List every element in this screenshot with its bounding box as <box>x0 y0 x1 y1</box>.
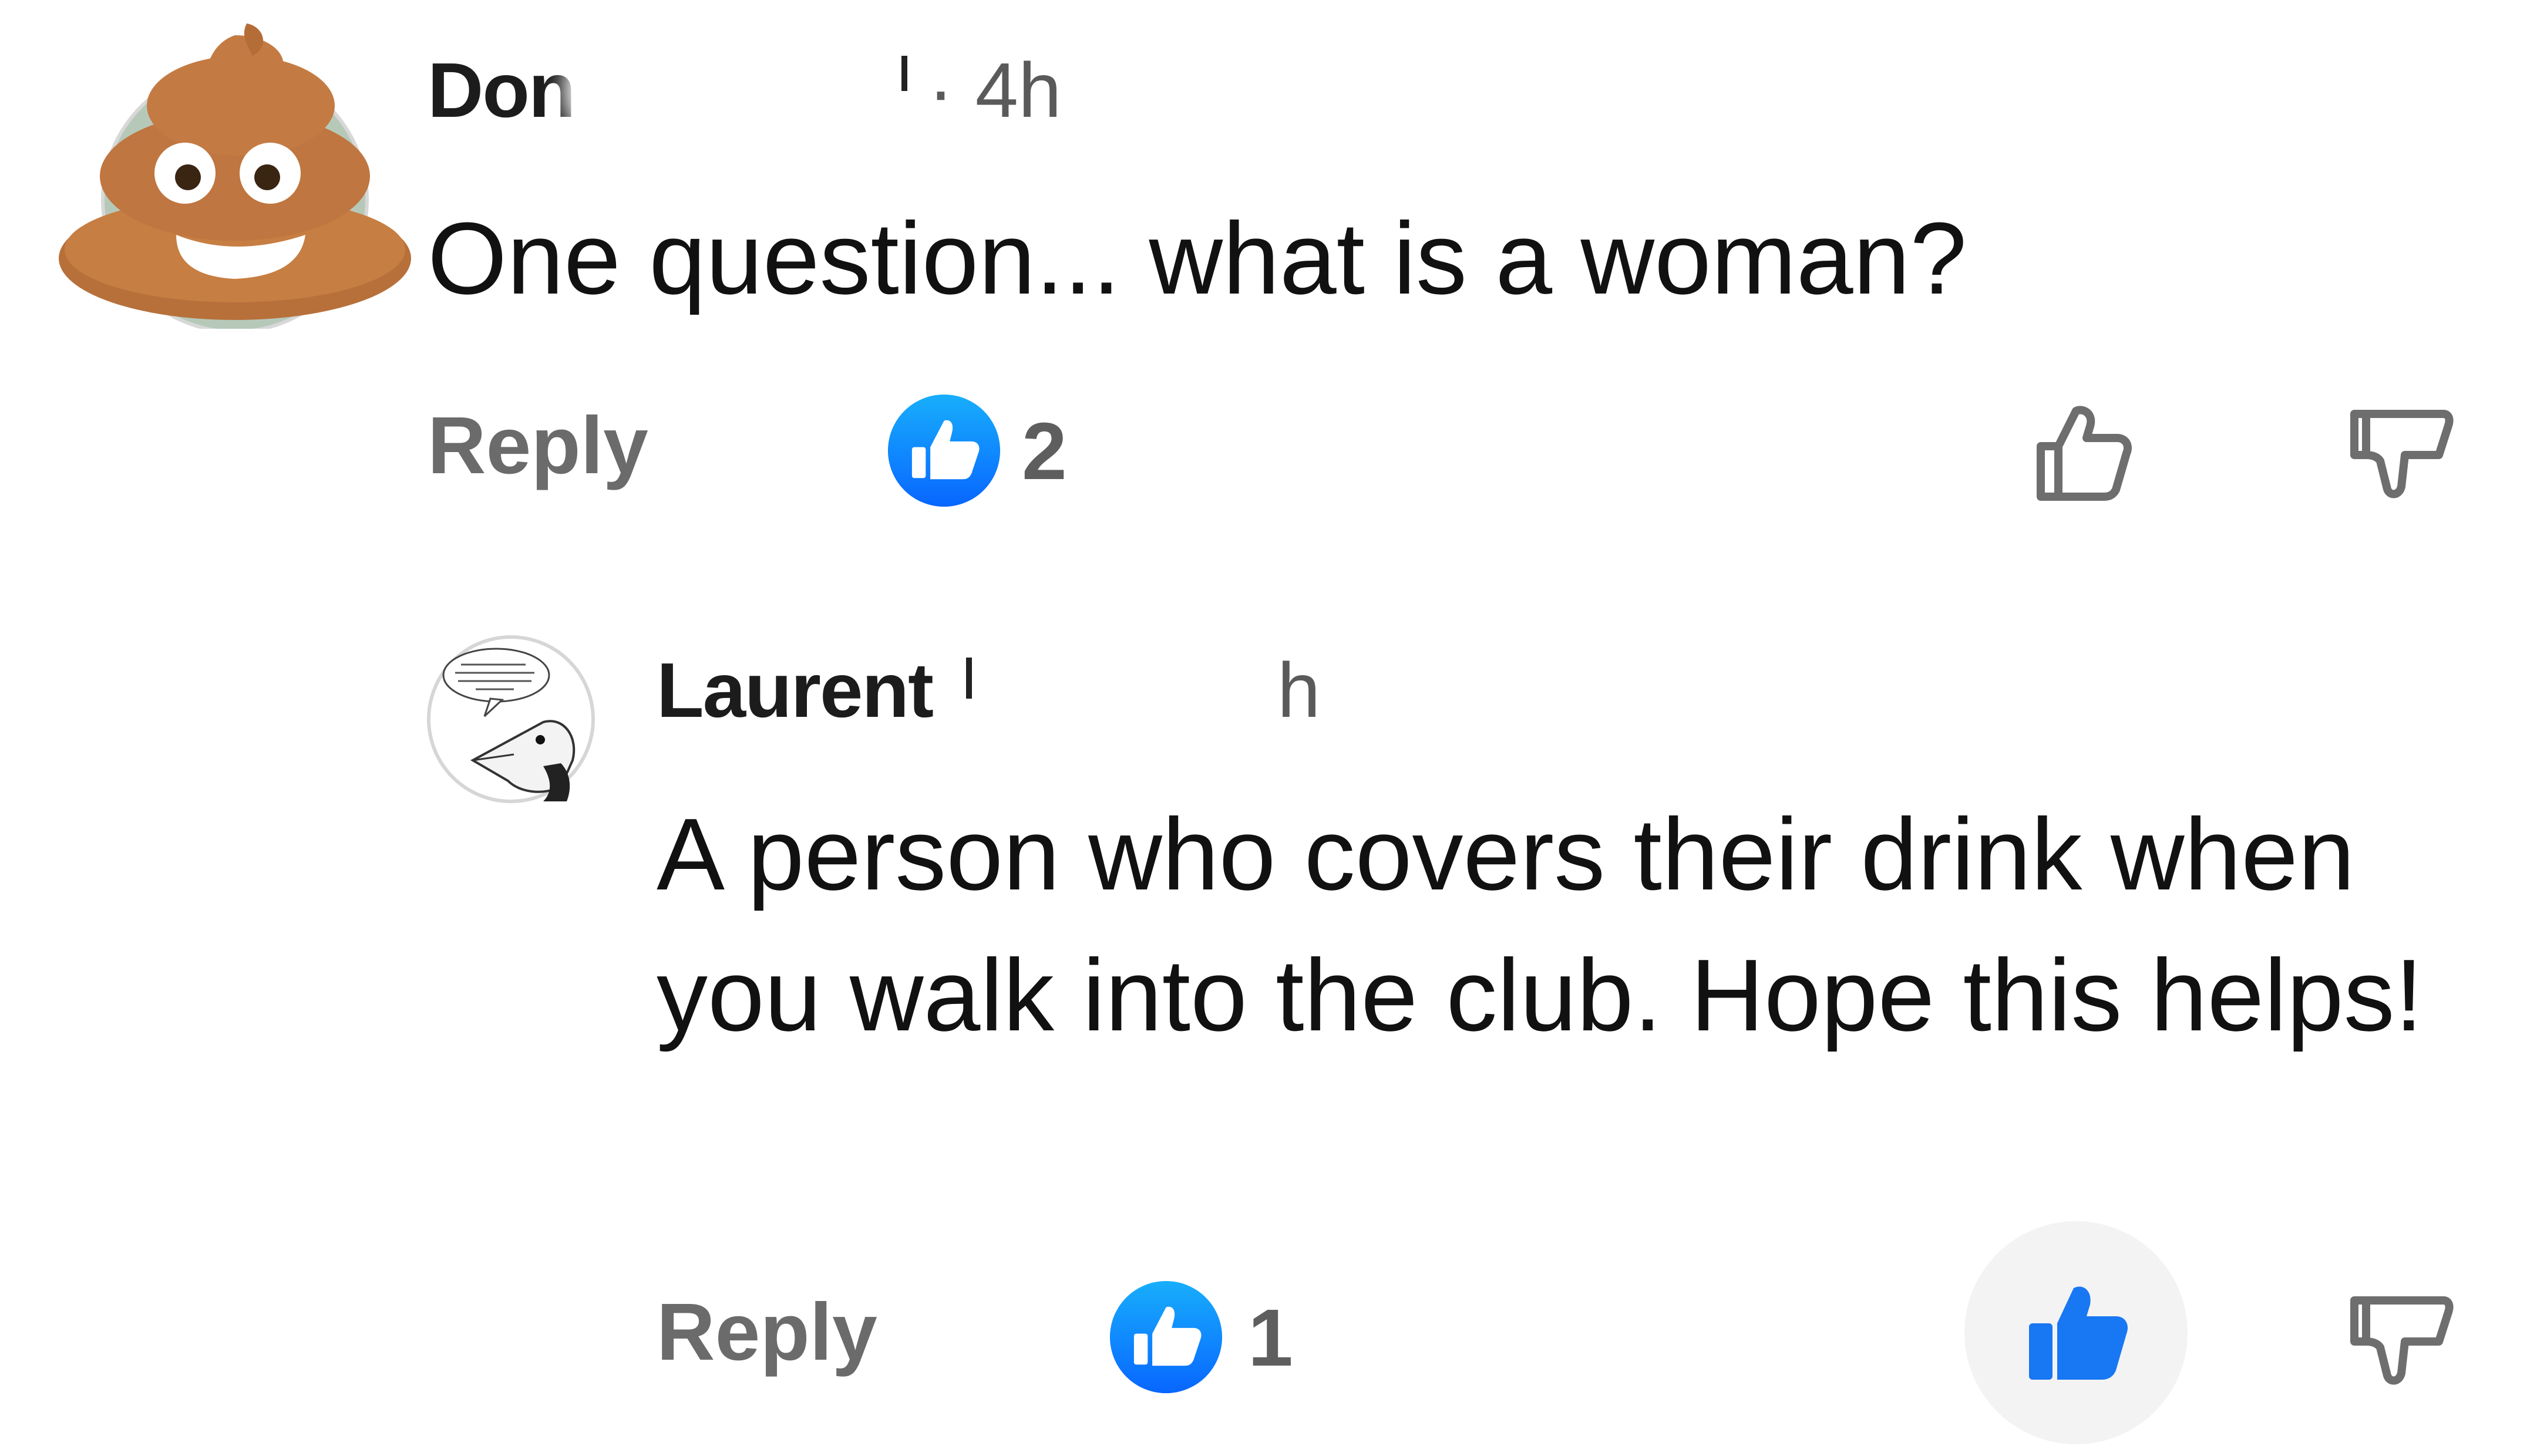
comment-author[interactable]: Laurent <box>657 646 934 734</box>
thumbs-up-filled-icon <box>2029 1286 2128 1380</box>
comment-timestamp: · 4h <box>928 47 1062 133</box>
reply-button[interactable]: Reply <box>428 399 648 493</box>
like-reaction-badge <box>1109 1280 1223 1394</box>
comment-text: A person who covers their drink when you… <box>657 797 2424 1052</box>
reply-button[interactable]: Reply <box>657 1286 877 1379</box>
thumbs-down-outline-icon <box>2350 410 2454 498</box>
like-reaction-badge <box>887 393 1001 508</box>
opossum-avatar-icon <box>427 635 595 803</box>
avatar[interactable] <box>426 634 596 804</box>
thumbs-up-outline-icon <box>2037 406 2132 501</box>
comment-timestamp: h <box>1277 647 1321 733</box>
thumbs-up-icon <box>887 394 1001 507</box>
comment-author[interactable]: Don <box>428 46 576 134</box>
dislike-button[interactable] <box>2340 1277 2458 1394</box>
thumbs-up-icon <box>1109 1280 1223 1394</box>
like-count: 1 <box>1248 1293 1293 1383</box>
like-count: 2 <box>1022 406 1067 497</box>
dislike-button[interactable] <box>2340 390 2458 508</box>
thumbs-down-outline-icon <box>2350 1296 2454 1385</box>
like-button[interactable] <box>2023 393 2141 511</box>
poop-emoji-icon <box>59 23 411 333</box>
like-button-active[interactable] <box>1964 1221 2188 1444</box>
avatar[interactable] <box>59 12 411 333</box>
comment-text: One question... what is a woman? <box>428 201 1967 315</box>
